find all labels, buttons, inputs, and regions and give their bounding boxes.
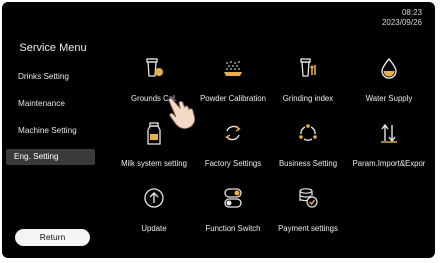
tile-water-supply[interactable]: Water Supply xyxy=(351,57,427,103)
business-cycle-icon xyxy=(299,124,317,141)
tile-param-import-export[interactable]: Param.Import&Expor xyxy=(351,122,427,168)
tile-label: Param.Import&Expor xyxy=(352,159,426,168)
toggle-switch-icon xyxy=(224,188,242,208)
sidebar-item-machine-setting[interactable]: Machine Setting xyxy=(10,123,96,139)
grinding-index-icon xyxy=(300,58,316,77)
sidebar-item-eng-setting[interactable]: Eng. Setting xyxy=(6,149,95,165)
import-export-icon xyxy=(381,123,397,143)
clock: 08:23 2023/09/26 xyxy=(382,8,422,28)
tile-grinding-index[interactable]: Grinding index xyxy=(270,57,346,103)
tile-payment-settings[interactable]: Payment settings xyxy=(270,187,346,233)
grounds-calibration-icon xyxy=(146,58,163,77)
tile-label: Water Supply xyxy=(365,94,413,103)
sidebar-item-drinks-setting[interactable]: Drinks Setting xyxy=(10,69,96,85)
tile-update[interactable]: Update xyxy=(116,187,192,233)
upload-arrow-icon xyxy=(144,188,164,208)
tile-label: Payment settings xyxy=(278,224,338,233)
water-drop-icon xyxy=(381,57,397,79)
sidebar: Service Menu Drinks Setting Maintenance … xyxy=(6,36,100,254)
milk-bottle-icon xyxy=(147,122,161,145)
sidebar-item-maintenance[interactable]: Maintenance xyxy=(10,96,96,112)
powder-calibration-icon xyxy=(224,61,242,76)
refresh-icon xyxy=(225,125,241,141)
sidebar-title: Service Menu xyxy=(19,42,87,54)
pointing-hand-icon xyxy=(167,97,203,136)
return-button[interactable]: Return xyxy=(15,229,90,246)
clock-date: 2023/09/26 xyxy=(381,18,422,27)
coin-stack-icon xyxy=(299,188,318,208)
tile-business-setting[interactable]: Business Setting xyxy=(270,122,346,168)
touch-screen: 08:23 2023/09/26 Service Menu Drinks Set… xyxy=(2,2,435,258)
clock-time: 08:23 xyxy=(401,8,422,17)
